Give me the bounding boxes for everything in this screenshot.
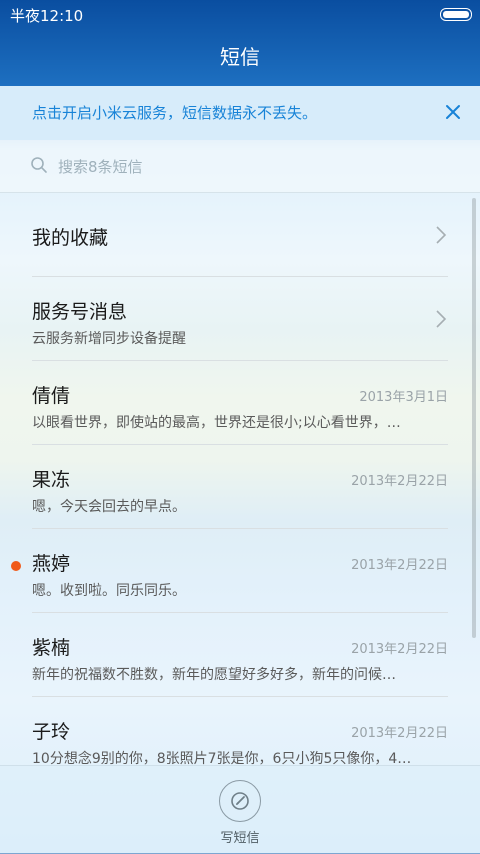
conversation-name: 倩倩 — [32, 385, 71, 407]
list-item-favorites[interactable]: 我的收藏 — [0, 193, 480, 277]
unread-dot-icon — [11, 561, 21, 571]
conversation-name: 果冻 — [32, 469, 71, 491]
conversation-name: 子玲 — [32, 721, 71, 743]
search-icon — [31, 157, 47, 173]
conversation-preview: 云服务新增同步设备提醒 — [32, 331, 186, 347]
conversation-preview: 以眼看世界，即使站的最高，世界还是很小;以心看世界，… — [32, 415, 401, 431]
status-time: 半夜12:10 — [10, 7, 84, 25]
search-bar[interactable]: 搜索8条短信 — [0, 140, 480, 193]
conversation-name: 我的收藏 — [32, 227, 109, 249]
search-input[interactable]: 搜索8条短信 — [58, 156, 143, 177]
conversation-preview: 新年的祝福数不胜数，新年的愿望好多好多，新年的问候… — [32, 667, 396, 683]
conversation-date: 2013年2月22日 — [351, 642, 448, 657]
chevron-right-icon — [436, 310, 447, 328]
close-icon[interactable] — [440, 99, 466, 125]
list-item-conversation[interactable]: 倩倩 2013年3月1日 以眼看世界，即使站的最高，世界还是很小;以心看世界，… — [0, 361, 480, 445]
conversation-date: 2013年2月22日 — [351, 726, 448, 741]
scrollbar[interactable] — [472, 198, 476, 638]
list-item-conversation[interactable]: 燕婷 2013年2月22日 嗯。收到啦。同乐同乐。 — [0, 529, 480, 613]
conversation-preview: 嗯。收到啦。同乐同乐。 — [32, 583, 186, 599]
chevron-right-icon — [436, 226, 447, 244]
header: 短信 — [0, 28, 480, 86]
conversation-preview: 嗯，今天会回去的早点。 — [32, 499, 186, 515]
compose-icon — [231, 792, 249, 810]
list-item-service-messages[interactable]: 服务号消息 云服务新增同步设备提醒 — [0, 277, 480, 361]
banner-text[interactable]: 点击开启小米云服务，短信数据永不丢失。 — [32, 102, 317, 123]
conversation-date: 2013年3月1日 — [359, 390, 448, 405]
conversation-name: 服务号消息 — [32, 301, 128, 323]
conversation-name: 燕婷 — [32, 553, 71, 575]
compose-label[interactable]: 写短信 — [0, 827, 480, 846]
conversation-date: 2013年2月22日 — [351, 474, 448, 489]
conversation-list: 我的收藏 服务号消息 云服务新增同步设备提醒 倩倩 2013年3月1日 以眼看世… — [0, 193, 480, 781]
conversation-date: 2013年2月22日 — [351, 558, 448, 573]
list-item-conversation[interactable]: 紫楠 2013年2月22日 新年的祝福数不胜数，新年的愿望好多好多，新年的问候… — [0, 613, 480, 697]
conversation-name: 紫楠 — [32, 637, 71, 659]
status-bar: 半夜12:10 — [0, 0, 480, 28]
compose-button[interactable] — [219, 780, 261, 822]
page-title: 短信 — [220, 45, 260, 69]
list-item-conversation[interactable]: 果冻 2013年2月22日 嗯，今天会回去的早点。 — [0, 445, 480, 529]
bottom-bar: 写短信 — [0, 765, 480, 854]
cloud-service-banner[interactable]: 点击开启小米云服务，短信数据永不丢失。 — [0, 86, 480, 140]
battery-icon — [440, 8, 472, 21]
